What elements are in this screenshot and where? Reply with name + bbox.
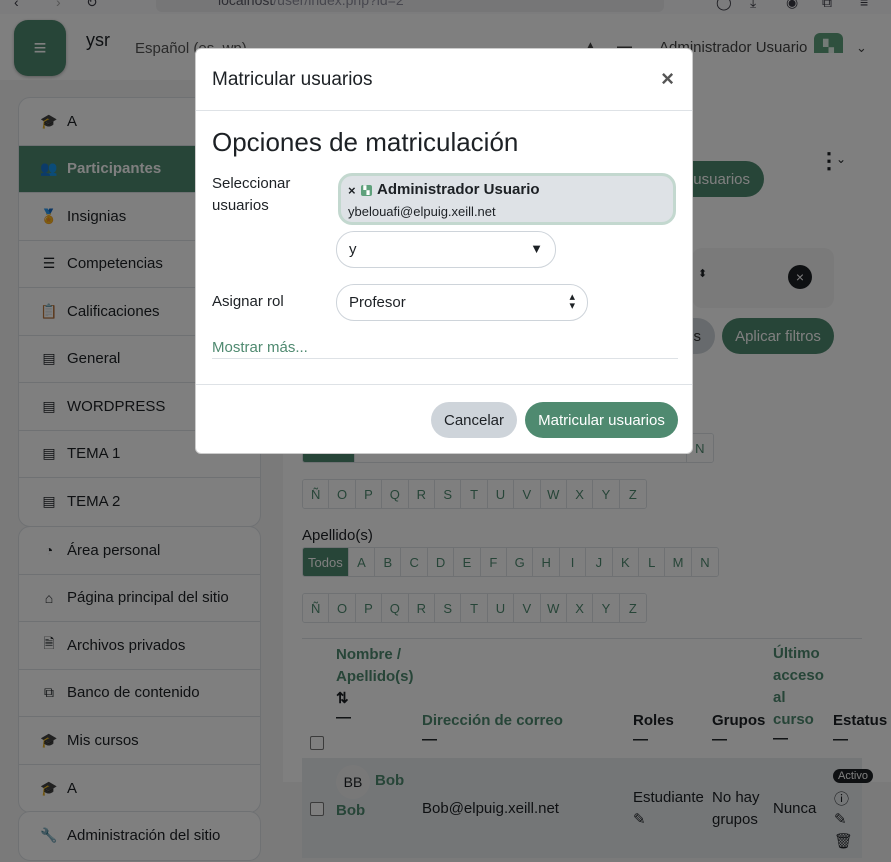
- selected-user-email: ybelouafi@elpuig.xeill.net: [348, 204, 496, 219]
- close-icon[interactable]: ×: [661, 66, 674, 92]
- user-avatar-mini: ▚: [361, 185, 372, 196]
- modal-header: Matricular usuarios ×: [196, 49, 692, 111]
- remove-user-icon[interactable]: ×: [348, 183, 356, 198]
- enrol-users-dialog: Matricular usuarios × Opciones de matric…: [195, 48, 693, 454]
- role-select[interactable]: Profesor ▴ ▾: [336, 284, 588, 321]
- selected-user-chip: × ▚ Administrador Usuario ybelouafi@elpu…: [338, 173, 676, 225]
- user-search-value: y: [349, 241, 357, 258]
- show-more-link[interactable]: Mostrar más...: [212, 339, 308, 356]
- modal-title: Matricular usuarios: [212, 69, 373, 90]
- select-arrows-icon: ▴ ▾: [569, 291, 575, 312]
- user-search-input[interactable]: y ▼: [336, 231, 556, 268]
- divider: [212, 358, 678, 359]
- dropdown-arrow-icon[interactable]: ▼: [530, 241, 543, 256]
- cancel-button[interactable]: Cancelar: [431, 402, 517, 438]
- modal-footer: Cancelar Matricular usuarios: [196, 384, 692, 454]
- enrol-users-submit-button[interactable]: Matricular usuarios: [525, 402, 678, 438]
- enrolment-options-heading: Opciones de matriculación: [212, 127, 519, 157]
- role-select-value: Profesor: [349, 294, 406, 311]
- select-users-label: Seleccionar usuarios: [212, 175, 291, 214]
- selected-user-name: Administrador Usuario: [377, 181, 540, 198]
- assign-role-label: Asignar rol: [212, 293, 284, 310]
